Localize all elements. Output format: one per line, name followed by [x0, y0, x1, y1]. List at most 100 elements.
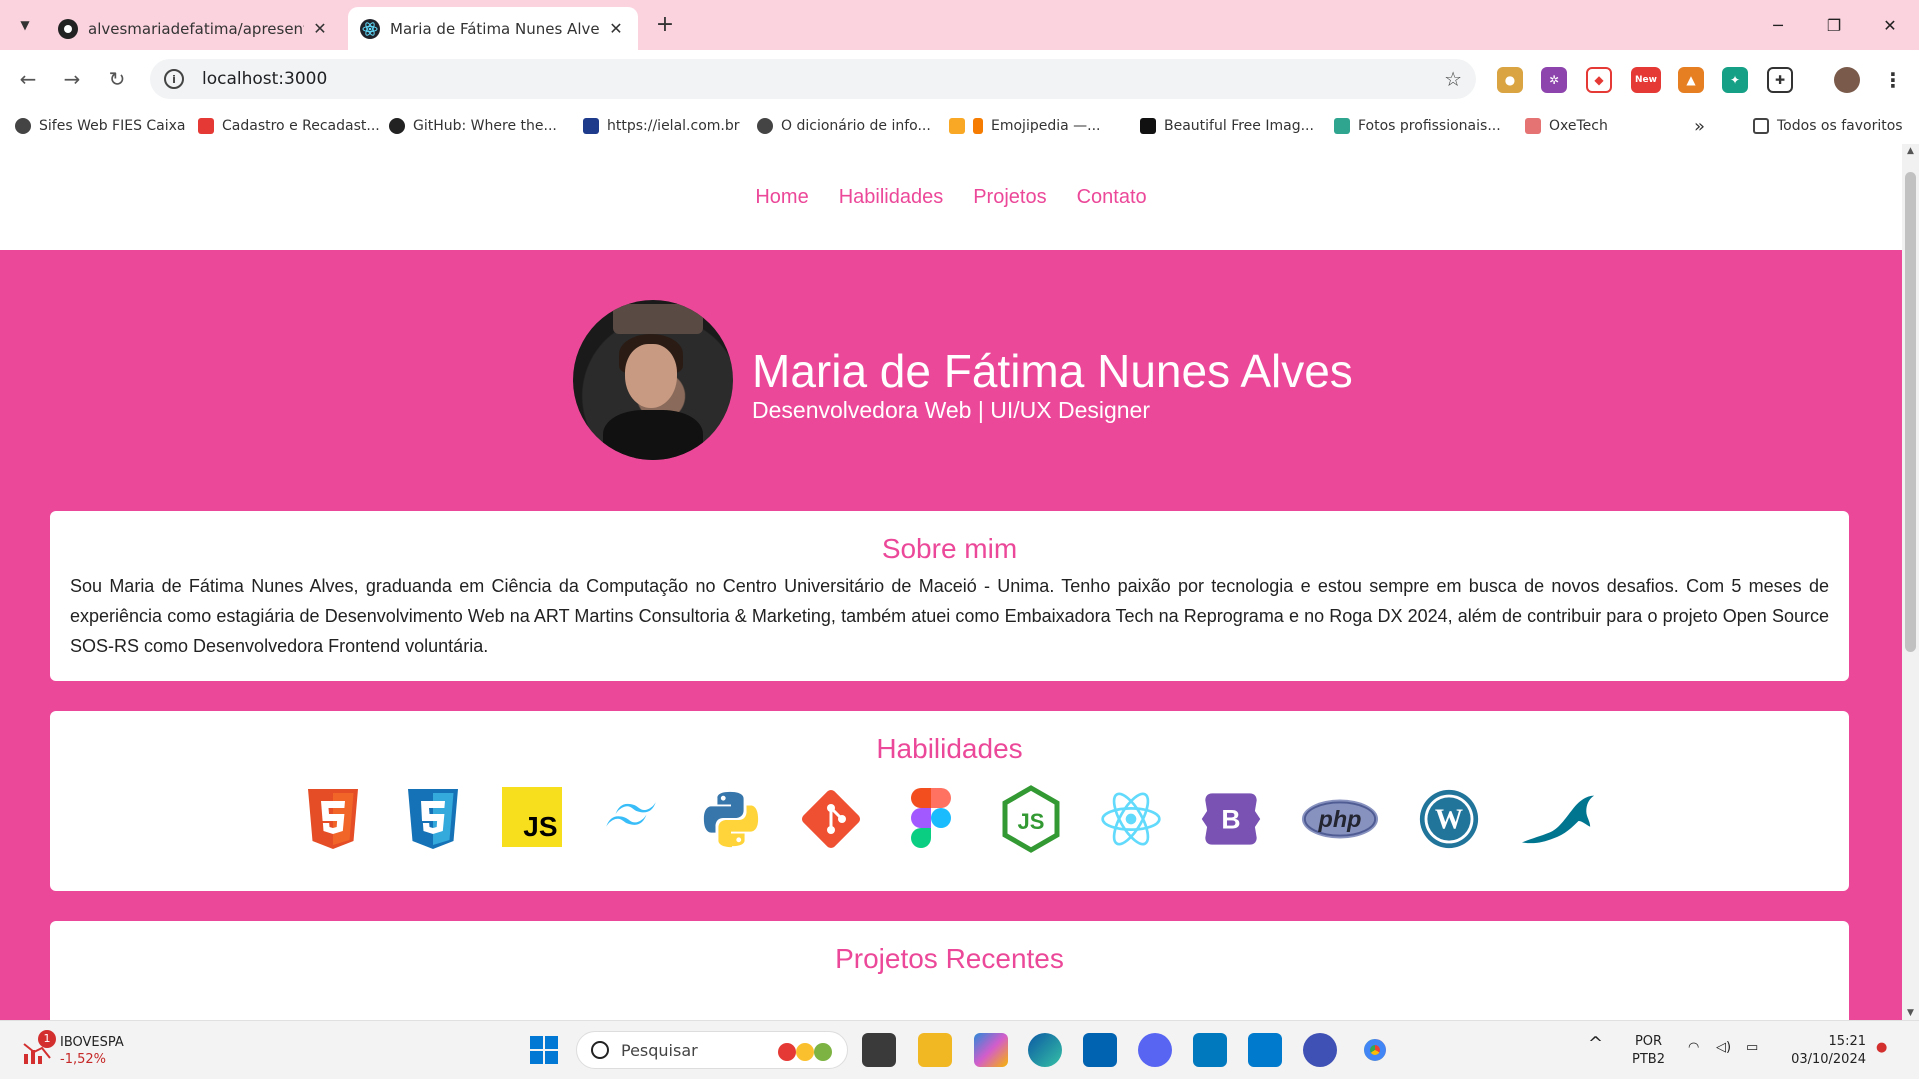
bookmark-item[interactable]: https://ielal.com.br — [583, 114, 740, 138]
keyboard-layout: PTB2 — [1632, 1052, 1665, 1067]
bookmark-item[interactable]: Emojipedia —... — [949, 114, 1100, 138]
vscode-icon[interactable] — [1248, 1033, 1282, 1067]
bookmark-item[interactable]: O dicionário de info... — [757, 114, 931, 138]
github-icon — [58, 18, 78, 39]
discord-icon[interactable] — [1138, 1033, 1172, 1067]
stock-widget[interactable]: 1 IBOVESPA -1,52% — [22, 1030, 124, 1071]
all-bookmarks-button[interactable]: Todos os favoritos — [1753, 114, 1903, 138]
tab-portfolio[interactable]: Maria de Fátima Nunes Alves | D ✕ — [348, 7, 638, 50]
about-title: Sobre mim — [881, 533, 1018, 564]
javascript-icon-text: JS — [523, 811, 558, 842]
bookmark-item[interactable]: OxeTech — [1525, 114, 1608, 138]
shield-extension-icon[interactable]: ◆ — [1586, 67, 1612, 93]
chevron-up-icon[interactable]: ^ — [1588, 1035, 1603, 1053]
fox-extension-icon[interactable]: ▲ — [1678, 67, 1704, 93]
skills-icon-row: JS JS B php W — [50, 785, 1849, 853]
bird-extension-icon[interactable]: ✦ — [1722, 67, 1748, 93]
windows-taskbar: 1 IBOVESPA -1,52% Pesquisar ^ POR PTB2 ◠… — [0, 1020, 1919, 1079]
battery-icon[interactable]: ▭ — [1746, 1039, 1758, 1057]
back-button[interactable]: ← — [12, 63, 44, 95]
more-bookmarks-button[interactable]: » — [1694, 114, 1705, 138]
hero-section: Maria de Fátima Nunes Alves Desenvolvedo… — [0, 250, 1902, 508]
settings-gear-icon[interactable] — [1303, 1033, 1337, 1067]
wifi-icon[interactable]: ◠ — [1688, 1039, 1699, 1057]
search-icon — [591, 1041, 609, 1059]
reload-button[interactable]: ↻ — [101, 63, 133, 95]
wordpress-icon-text: W — [1434, 804, 1462, 835]
tab-title: Maria de Fátima Nunes Alves | D — [390, 19, 600, 38]
bookmark-label: OxeTech — [1549, 118, 1608, 134]
nav-link-contato[interactable]: Contato — [1077, 186, 1147, 209]
puzzle-gear-extension-icon[interactable]: ✲ — [1541, 67, 1567, 93]
figma-icon — [900, 787, 962, 851]
notification-badge: 1 — [38, 1030, 56, 1048]
close-window-button[interactable]: ✕ — [1862, 0, 1918, 50]
trello-icon[interactable] — [1193, 1033, 1227, 1067]
clock[interactable]: 15:21 03/10/2024 — [1786, 1033, 1866, 1069]
url-text[interactable]: localhost:3000 — [202, 69, 327, 89]
clock-date: 03/10/2024 — [1791, 1052, 1866, 1067]
site-info-icon[interactable]: i — [164, 69, 184, 89]
windows-start-icon[interactable] — [527, 1033, 561, 1067]
site-navbar: Home Habilidades Projetos Contato — [0, 144, 1902, 250]
close-icon[interactable]: ✕ — [310, 19, 330, 38]
chrome-icon[interactable] — [1358, 1033, 1392, 1067]
projects-title: Projetos Recentes — [835, 943, 1064, 974]
tab-github[interactable]: alvesmariadefatima/apresentac ✕ — [46, 7, 342, 50]
bookmark-label: GitHub: Where the... — [413, 118, 557, 134]
new-extension-icon[interactable]: New — [1631, 67, 1661, 93]
php-icon: php — [1300, 787, 1380, 851]
unsplash-icon — [1140, 118, 1156, 134]
projects-card: Projetos Recentes — [50, 921, 1849, 1020]
bookmark-star-icon[interactable]: ☆ — [1444, 67, 1462, 91]
tab-title: alvesmariadefatima/apresentac — [88, 19, 304, 38]
volume-icon[interactable]: ◁) — [1716, 1039, 1731, 1057]
bookmark-item[interactable]: Beautiful Free Imag... — [1140, 114, 1314, 138]
reload-icon: ↻ — [108, 67, 126, 91]
task-view-icon[interactable] — [862, 1033, 896, 1067]
bookmark-label: Emojipedia —... — [991, 118, 1101, 134]
address-bar[interactable]: i localhost:3000 ☆ — [150, 59, 1476, 99]
hero-role: Desenvolvedora Web | UI/UX Designer — [752, 397, 1151, 423]
stock-change: -1,52% — [60, 1052, 106, 1067]
forward-button[interactable]: → — [56, 63, 88, 95]
stock-chart-icon: 1 — [22, 1030, 56, 1066]
wordpress-icon: W — [1418, 787, 1480, 851]
bookmark-item[interactable]: Cadastro e Recadast... — [198, 114, 380, 138]
restore-button[interactable]: ❐ — [1806, 0, 1862, 50]
scroll-down-icon[interactable]: ▼ — [1902, 1008, 1919, 1018]
language-indicator[interactable]: POR PTB2 — [1632, 1033, 1665, 1069]
bookmark-label: Fotos profissionais... — [1358, 118, 1501, 134]
nav-link-projetos[interactable]: Projetos — [973, 186, 1046, 209]
menu-kebab-icon[interactable]: ⋮ — [1880, 67, 1906, 93]
copilot-icon[interactable] — [974, 1033, 1008, 1067]
nav-link-habilidades[interactable]: Habilidades — [839, 186, 944, 209]
about-text: Sou Maria de Fátima Nunes Alves, graduan… — [70, 576, 1829, 656]
tab-search-button[interactable]: ▼ — [10, 10, 40, 40]
nav-link-home[interactable]: Home — [755, 186, 808, 209]
scrollbar-thumb[interactable] — [1905, 172, 1916, 652]
scroll-up-icon[interactable]: ▲ — [1902, 146, 1919, 156]
new-tab-button[interactable]: + — [650, 10, 680, 40]
microsoft-store-icon[interactable] — [1083, 1033, 1117, 1067]
minimize-button[interactable]: ─ — [1750, 0, 1806, 50]
globe-icon — [15, 118, 31, 134]
css3-icon — [402, 787, 464, 851]
arrow-right-icon: → — [63, 67, 81, 91]
close-icon[interactable]: ✕ — [606, 19, 626, 38]
notification-bell-icon[interactable]: ● — [1876, 1039, 1887, 1057]
extensions-puzzle-icon[interactable]: ✚ — [1767, 67, 1793, 93]
bookmark-item[interactable]: GitHub: Where the... — [389, 114, 557, 138]
browser-toolbar: ← → ↻ i localhost:3000 ☆ ● ✲ ◆ New ▲ ✦ ✚… — [0, 50, 1919, 108]
bookmark-item[interactable]: Sifes Web FIES Caixa — [15, 114, 186, 138]
page-scrollbar[interactable]: ▲ ▼ — [1902, 144, 1919, 1020]
tailwind-icon — [600, 787, 662, 851]
cookie-extension-icon[interactable]: ● — [1497, 67, 1523, 93]
edge-icon[interactable] — [1028, 1033, 1062, 1067]
profile-avatar[interactable] — [1834, 67, 1860, 93]
bookmark-item[interactable]: Fotos profissionais... — [1334, 114, 1501, 138]
bookmark-label: Beautiful Free Imag... — [1164, 118, 1314, 134]
taskbar-search-box[interactable]: Pesquisar — [576, 1031, 848, 1069]
page-viewport: Home Habilidades Projetos Contato Maria … — [0, 144, 1902, 1020]
file-explorer-icon[interactable] — [918, 1033, 952, 1067]
